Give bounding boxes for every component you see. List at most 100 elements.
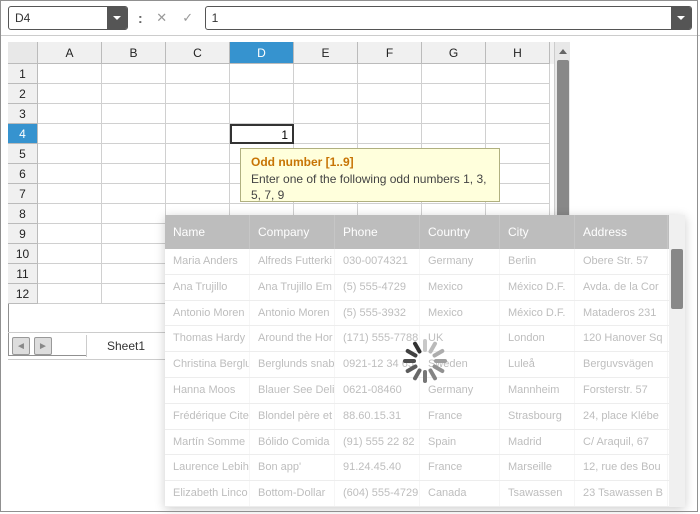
cell[interactable] — [102, 144, 166, 164]
cell[interactable] — [422, 64, 486, 84]
scroll-thumb[interactable] — [671, 249, 683, 309]
cell[interactable] — [486, 104, 550, 124]
row-header[interactable]: 12 — [8, 284, 38, 304]
table-row[interactable]: Elizabeth LincoBottom-Dollar(604) 555-47… — [165, 481, 669, 507]
cell[interactable] — [166, 104, 230, 124]
table-row[interactable]: Frédérique CiteBlondel père et88.60.15.3… — [165, 404, 669, 430]
cell-name-box[interactable]: D4 — [8, 6, 128, 30]
row-header[interactable]: 5 — [8, 144, 38, 164]
table-cell: (91) 555 22 82 — [335, 430, 420, 455]
row-header[interactable]: 2 — [8, 84, 38, 104]
cell[interactable] — [102, 124, 166, 144]
cell[interactable] — [166, 64, 230, 84]
cell[interactable] — [358, 64, 422, 84]
cell[interactable] — [102, 224, 166, 244]
cell[interactable] — [230, 64, 294, 84]
row-header[interactable]: 9 — [8, 224, 38, 244]
cell[interactable] — [38, 244, 102, 264]
cell[interactable] — [102, 264, 166, 284]
cell[interactable] — [230, 104, 294, 124]
cell[interactable] — [38, 284, 102, 304]
column-header[interactable]: C — [166, 42, 230, 64]
cell[interactable] — [38, 144, 102, 164]
cell[interactable] — [166, 184, 230, 204]
cell[interactable] — [422, 104, 486, 124]
cell[interactable] — [486, 84, 550, 104]
column-header[interactable]: D — [230, 42, 294, 64]
table-cell: C/ Araquil, 67 — [575, 430, 668, 455]
sheet-tab[interactable]: Sheet1 — [86, 335, 166, 357]
cell[interactable] — [38, 124, 102, 144]
cell[interactable] — [294, 84, 358, 104]
cell[interactable] — [102, 244, 166, 264]
cell[interactable] — [102, 204, 166, 224]
cell[interactable] — [166, 144, 230, 164]
cell[interactable] — [486, 64, 550, 84]
table-row[interactable]: Laurence LebihBon app'91.24.45.40FranceM… — [165, 455, 669, 481]
cell[interactable] — [38, 184, 102, 204]
cell[interactable] — [102, 164, 166, 184]
column-header[interactable]: Company — [250, 215, 335, 249]
column-header[interactable]: Address — [575, 215, 668, 249]
row-header[interactable]: 4 — [8, 124, 38, 144]
cancel-formula-button[interactable]: ✕ — [153, 9, 171, 27]
cell[interactable] — [38, 264, 102, 284]
row-header[interactable]: 3 — [8, 104, 38, 124]
cell[interactable] — [294, 64, 358, 84]
formula-input[interactable]: 1 — [205, 6, 692, 30]
cell[interactable] — [166, 124, 230, 144]
row-header[interactable]: 1 — [8, 64, 38, 84]
cell[interactable] — [38, 224, 102, 244]
column-header[interactable]: Country — [420, 215, 500, 249]
cell[interactable] — [358, 84, 422, 104]
cell[interactable] — [294, 104, 358, 124]
row-header[interactable]: 10 — [8, 244, 38, 264]
column-header[interactable]: F — [358, 42, 422, 64]
cell[interactable] — [102, 64, 166, 84]
cell[interactable] — [358, 104, 422, 124]
cell[interactable] — [102, 184, 166, 204]
table-row[interactable]: Martín SommeBólido Comida(91) 555 22 82S… — [165, 430, 669, 456]
name-box-dropdown[interactable] — [107, 7, 127, 29]
column-header[interactable]: Phone — [335, 215, 420, 249]
cell[interactable] — [166, 84, 230, 104]
cell[interactable]: 1 — [230, 124, 294, 144]
cell[interactable] — [38, 64, 102, 84]
cell[interactable] — [102, 284, 166, 304]
cell[interactable] — [102, 104, 166, 124]
cell[interactable] — [230, 84, 294, 104]
cell[interactable] — [38, 164, 102, 184]
cell[interactable] — [166, 164, 230, 184]
cell[interactable] — [358, 124, 422, 144]
cell[interactable] — [422, 124, 486, 144]
table-row[interactable]: Antonio MorenAntonio Moren(5) 555-3932Me… — [165, 301, 669, 327]
formula-dropdown[interactable] — [671, 7, 691, 29]
cell[interactable] — [38, 104, 102, 124]
column-header[interactable]: E — [294, 42, 358, 64]
table-row[interactable]: Ana TrujilloAna Trujillo Em(5) 555-4729M… — [165, 275, 669, 301]
column-header[interactable]: B — [102, 42, 166, 64]
column-header[interactable]: G — [422, 42, 486, 64]
row-header[interactable]: 8 — [8, 204, 38, 224]
cell[interactable] — [102, 84, 166, 104]
prev-sheet-button[interactable]: ◄ — [12, 337, 30, 355]
cell[interactable] — [38, 204, 102, 224]
column-header[interactable]: H — [486, 42, 550, 64]
next-sheet-button[interactable]: ► — [34, 337, 52, 355]
row-header[interactable]: 11 — [8, 264, 38, 284]
row-header[interactable]: 7 — [8, 184, 38, 204]
column-header[interactable]: Name — [165, 215, 250, 249]
cell[interactable] — [294, 124, 358, 144]
row-header[interactable]: 6 — [8, 164, 38, 184]
table-row[interactable]: Maria AndersAlfreds Futterki030-0074321G… — [165, 249, 669, 275]
select-all-corner[interactable] — [8, 42, 38, 64]
data-grid-scrollbar[interactable] — [669, 215, 685, 507]
cell[interactable] — [486, 124, 550, 144]
column-header[interactable]: A — [38, 42, 102, 64]
scroll-up-icon[interactable] — [556, 43, 570, 59]
cell[interactable] — [38, 84, 102, 104]
scroll-thumb[interactable] — [557, 60, 569, 220]
cell[interactable] — [422, 84, 486, 104]
accept-formula-button[interactable]: ✓ — [179, 9, 197, 27]
column-header[interactable]: City — [500, 215, 575, 249]
